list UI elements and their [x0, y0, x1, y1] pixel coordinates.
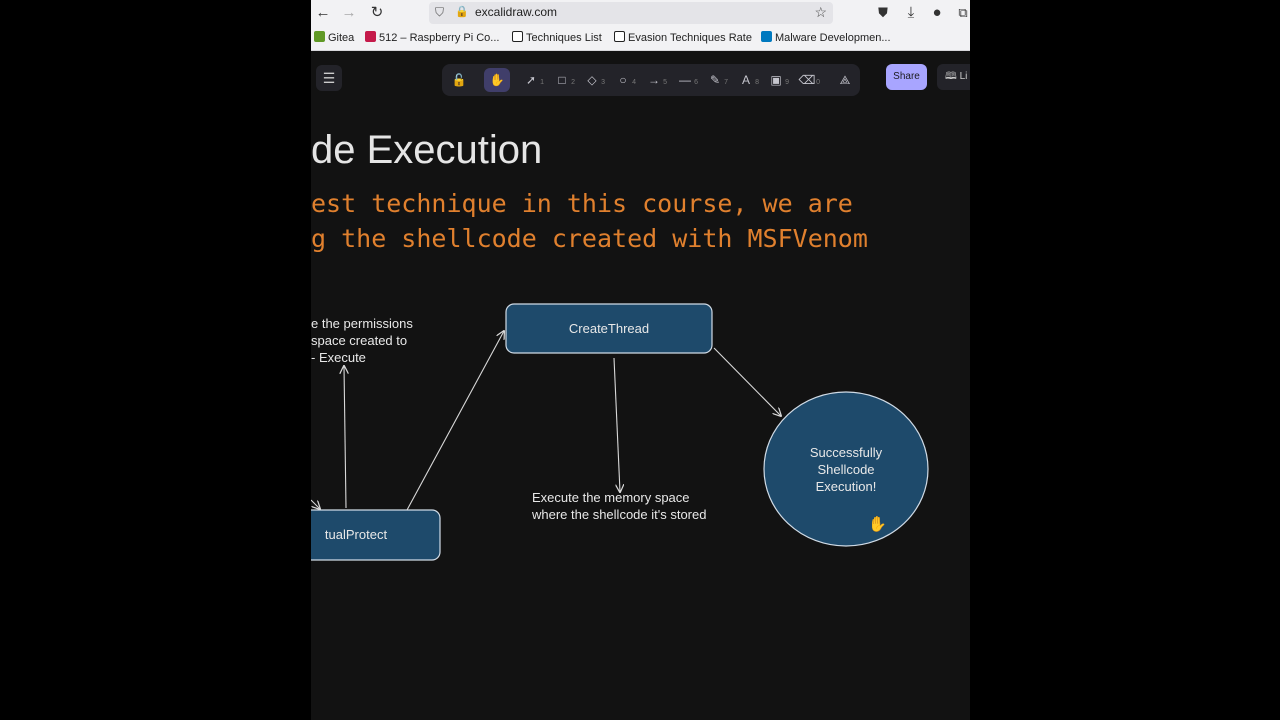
url-text[interactable]: excalidraw.com [475, 5, 557, 19]
tool-shortcut-key: 8 [755, 79, 759, 86]
rectangle-glyph: □ [558, 73, 566, 87]
tool-arrow-icon[interactable]: → 5 [641, 68, 667, 92]
tool-shortcut-key: 5 [663, 79, 667, 86]
arrow-virtualprotect-to-note[interactable] [344, 366, 346, 509]
arrow-createthread-to-success[interactable] [713, 347, 781, 416]
page-title: de Execution [311, 128, 543, 172]
arrow-incoming-partial[interactable] [311, 499, 320, 509]
lock-icon: 🔒 [455, 6, 469, 18]
subtitle-line-2: g the shellcode created with MSFVenom [311, 224, 868, 253]
bookmark-gitea[interactable]: Gitea [314, 31, 354, 44]
tool-palette: 🔓 ✋ ➚ 1 □ 2 ◇ 3 ○ 4 → 5—6 ✎ 7 A 8 ▣ 9 ⌫ 0 ⟁ [442, 64, 860, 96]
extensions-icon[interactable]: ⧉ [953, 3, 970, 23]
book-icon: 🕮 [945, 71, 960, 82]
tool-eraser-icon[interactable]: ⌫ 0 [794, 68, 820, 92]
diamond-glyph: ◇ [587, 73, 597, 87]
tool-shortcut-key: 1 [540, 79, 544, 86]
notion-icon [614, 31, 625, 42]
tool-shortcut-key: 4 [632, 79, 636, 86]
bookmark-raspberry-pi[interactable]: 512 – Raspberry Pi Co... [365, 31, 499, 44]
tool-rectangle-icon[interactable]: □ 2 [549, 68, 575, 92]
hand-cursor-icon: ✋ [868, 516, 887, 533]
tool-shortcut-key: 7 [724, 79, 728, 86]
tool-shortcut-key: 3 [601, 79, 605, 86]
account-icon[interactable]: ● [927, 3, 947, 23]
note-execute-memory: Execute the memory space where the shell… [532, 490, 707, 522]
note-permissions: e the permissions space created to - Exe… [311, 316, 413, 365]
tool-draw-icon[interactable]: ✎ 7 [702, 68, 728, 92]
tool-text-icon[interactable]: A8 [733, 68, 759, 92]
pocket-icon[interactable]: ⛊ [873, 3, 893, 23]
tool-shortcut-key: 0 [816, 79, 820, 86]
hamburger-menu-icon[interactable]: ☰ [316, 65, 342, 91]
subtitle-line-1: est technique in this course, we are [311, 189, 853, 218]
text-glyph: A [741, 73, 750, 87]
arrow-virtualprotect-to-createthread[interactable] [406, 331, 504, 511]
back-icon[interactable]: ← [313, 3, 333, 23]
label-success: Successfully Shellcode Execution! [809, 445, 883, 494]
draw-glyph: ✎ [709, 73, 721, 87]
browser-toolbar: ← → ↻ ⛉ 🔒 excalidraw.com ☆ ⛊ ⤓ ● ⧉ [311, 0, 970, 26]
library-button[interactable]: 🕮 Li [937, 64, 970, 90]
url-bar[interactable]: ⛉ 🔒 excalidraw.com ☆ [429, 2, 833, 24]
bookmark-evasion-techniques[interactable]: Evasion Techniques Rate [614, 31, 752, 44]
tool-image-icon[interactable]: ▣ 9 [763, 68, 789, 92]
ellipse-glyph: ○ [619, 73, 627, 87]
image-glyph: ▣ [770, 73, 782, 87]
notion-icon [512, 31, 523, 42]
tool-lock-icon[interactable]: 🔓 [446, 68, 472, 92]
bookmarks-bar: Gitea 512 – Raspberry Pi Co... Technique… [311, 26, 970, 51]
tool-extra-tools-icon[interactable]: ⟁ [832, 68, 858, 92]
tool-diamond-icon[interactable]: ◇ 3 [579, 68, 605, 92]
tool-shortcut-key: 6 [694, 79, 698, 86]
tool-selection-icon[interactable]: ➚ 1 [518, 68, 544, 92]
shield-icon: ⛉ [435, 5, 445, 19]
browser-window: ← → ↻ ⛉ 🔒 excalidraw.com ☆ ⛊ ⤓ ● ⧉ Gitea… [311, 0, 970, 720]
selection-glyph: ➚ [525, 73, 537, 87]
line-glyph: — [679, 73, 691, 87]
reload-icon[interactable]: ↻ [367, 3, 387, 23]
raspberry-pi-icon [365, 31, 376, 42]
share-button[interactable]: Share [886, 64, 927, 90]
hand-glyph: ✋ [489, 73, 505, 87]
tool-hand-icon[interactable]: ✋ [484, 68, 510, 92]
label-virtualprotect: tualProtect [324, 527, 388, 542]
tool-line-icon[interactable]: —6 [672, 68, 698, 92]
arrow-createthread-to-note[interactable] [613, 357, 620, 492]
arrow-glyph: → [648, 73, 660, 87]
bookmark-techniques-list[interactable]: Techniques List [512, 31, 602, 44]
lock-glyph: 🔓 [451, 73, 467, 87]
eraser-glyph: ⌫ [798, 73, 816, 87]
extra-tools-glyph: ⟁ [839, 73, 851, 87]
label-createthread: CreateThread [568, 321, 650, 336]
tool-shortcut-key: 9 [785, 79, 789, 86]
gitea-icon [314, 31, 325, 42]
tool-shortcut-key: 2 [571, 79, 575, 86]
forward-icon[interactable]: → [339, 3, 359, 23]
trello-icon [761, 31, 772, 42]
tool-ellipse-icon[interactable]: ○ 4 [610, 68, 636, 92]
bookmark-malware-development[interactable]: Malware Developmen... [761, 31, 891, 44]
download-icon[interactable]: ⤓ [901, 3, 921, 23]
bookmark-star-icon[interactable]: ☆ [814, 4, 827, 21]
